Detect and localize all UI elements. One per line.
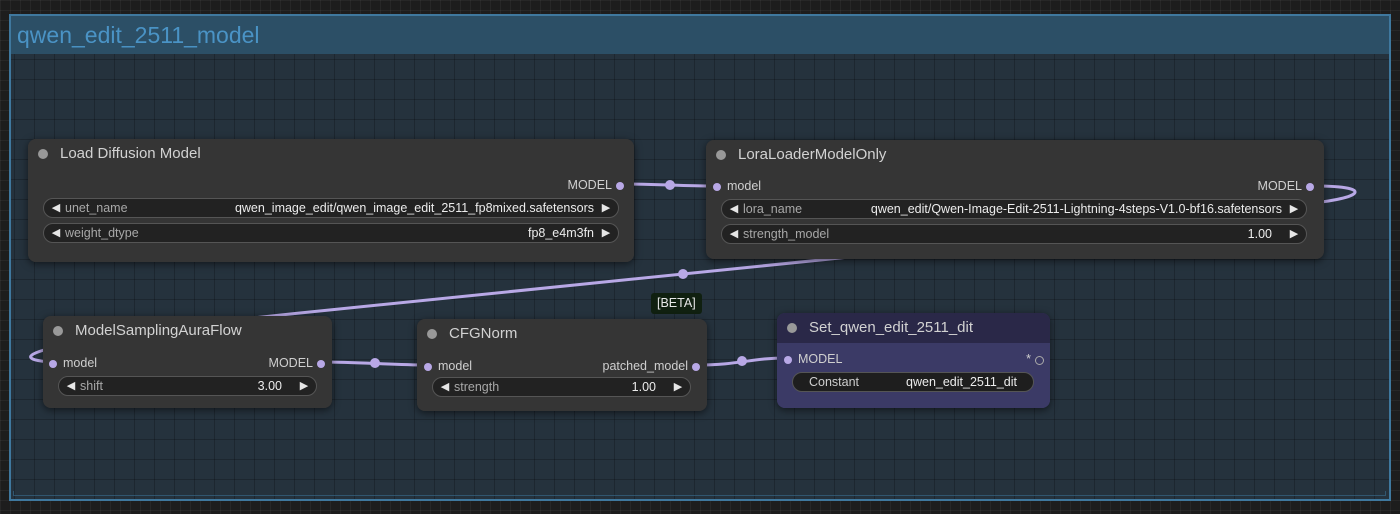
input-slot-model[interactable]: model	[424, 359, 472, 373]
decrement-arrow-icon[interactable]: ◀	[48, 199, 64, 217]
widget-label: strength	[454, 380, 500, 394]
input-slot-model[interactable]: model	[713, 179, 761, 193]
decrement-arrow-icon[interactable]: ◀	[726, 200, 742, 218]
node-title-bar[interactable]: Set_qwen_edit_2511_dit	[777, 313, 1050, 343]
widget-strength[interactable]: ◀ strength 1.00 ▶	[432, 377, 691, 397]
node-title: Set_qwen_edit_2511_dit	[809, 319, 974, 336]
beta-badge: [BETA]	[651, 293, 702, 314]
widget-lora-name[interactable]: ◀ lora_name qwen_edit/Qwen-Image-Edit-25…	[721, 199, 1307, 219]
node-title: Load Diffusion Model	[60, 145, 201, 162]
input-dot-icon[interactable]	[49, 360, 57, 368]
increment-arrow-icon[interactable]: ▶	[598, 199, 614, 217]
node-title: CFGNorm	[449, 325, 518, 342]
output-label: MODEL	[1257, 179, 1302, 193]
widget-strength-model[interactable]: ◀ strength_model 1.00 ▶	[721, 224, 1307, 244]
node-title-bar[interactable]: LoraLoaderModelOnly	[706, 140, 1324, 170]
output-label: MODEL	[268, 356, 313, 370]
node-body: model MODEL ◀ lora_name qwen_edit/Qwen-I…	[706, 170, 1324, 259]
collapse-dot-icon[interactable]	[427, 329, 437, 339]
widget-weight-dtype[interactable]: ◀ weight_dtype fp8_e4m3fn ▶	[43, 223, 619, 243]
input-label: model	[727, 179, 762, 193]
input-dot-icon[interactable]	[784, 356, 792, 364]
node-body: model MODEL ◀ shift 3.00 ▶	[43, 346, 332, 408]
output-slot-patched-model[interactable]: patched_model	[603, 359, 700, 373]
input-label: model	[438, 359, 473, 373]
increment-arrow-icon[interactable]: ▶	[1286, 200, 1302, 218]
output-slot-any[interactable]: *	[1026, 352, 1044, 366]
node-title-bar[interactable]: ModelSamplingAuraFlow	[43, 316, 332, 346]
input-slot-model[interactable]: MODEL	[784, 352, 842, 366]
output-slot-model[interactable]: MODEL	[1258, 179, 1314, 193]
widget-value: qwen_edit/Qwen-Image-Edit-2511-Lightning…	[870, 202, 1282, 216]
output-label: MODEL	[567, 178, 612, 192]
output-dot-icon[interactable]	[616, 182, 624, 190]
output-dot-icon[interactable]	[1306, 183, 1314, 191]
node-title-bar[interactable]: CFGNorm	[417, 319, 707, 349]
node-body: MODEL * Constant qwen_edit_2511_dit	[777, 343, 1050, 408]
node-load-diffusion-model[interactable]: Load Diffusion Model MODEL ◀ unet_name q…	[28, 139, 634, 262]
node-body: MODEL ◀ unet_name qwen_image_edit/qwen_i…	[28, 169, 634, 262]
increment-arrow-icon[interactable]: ▶	[1286, 225, 1302, 243]
output-label: patched_model	[602, 359, 688, 373]
widget-value: qwen_image_edit/qwen_image_edit_2511_fp8…	[234, 201, 594, 215]
widget-constant[interactable]: Constant qwen_edit_2511_dit	[792, 372, 1034, 392]
collapse-dot-icon[interactable]	[787, 323, 797, 333]
node-set-qwen-edit-2511-dit[interactable]: Set_qwen_edit_2511_dit MODEL * Constant …	[777, 313, 1050, 408]
input-dot-icon[interactable]	[424, 363, 432, 371]
increment-arrow-icon[interactable]: ▶	[296, 377, 312, 395]
node-title: ModelSamplingAuraFlow	[75, 322, 242, 339]
widget-label: weight_dtype	[65, 226, 139, 240]
widget-value: 1.00	[1247, 227, 1272, 241]
widget-value: qwen_edit_2511_dit	[906, 375, 1017, 389]
group-title[interactable]: qwen_edit_2511_model	[11, 16, 1389, 54]
widget-label: lora_name	[743, 202, 803, 216]
input-label: model	[63, 356, 98, 370]
input-dot-icon[interactable]	[713, 183, 721, 191]
output-dot-icon[interactable]	[1035, 356, 1044, 365]
decrement-arrow-icon[interactable]: ◀	[48, 224, 64, 242]
widget-value: fp8_e4m3fn	[527, 226, 594, 240]
decrement-arrow-icon[interactable]: ◀	[726, 225, 742, 243]
widget-shift[interactable]: ◀ shift 3.00 ▶	[58, 376, 317, 396]
widget-label: Constant	[809, 375, 860, 389]
output-slot-model[interactable]: MODEL	[269, 356, 325, 370]
output-label: *	[1026, 352, 1031, 366]
node-title-bar[interactable]: Load Diffusion Model	[28, 139, 634, 169]
increment-arrow-icon[interactable]: ▶	[598, 224, 614, 242]
decrement-arrow-icon[interactable]: ◀	[437, 378, 453, 396]
input-label: MODEL	[798, 352, 843, 366]
node-model-sampling-aura-flow[interactable]: ModelSamplingAuraFlow model MODEL ◀ shif…	[43, 316, 332, 408]
increment-arrow-icon[interactable]: ▶	[670, 378, 686, 396]
output-slot-model[interactable]: MODEL	[568, 178, 624, 192]
collapse-dot-icon[interactable]	[38, 149, 48, 159]
output-dot-icon[interactable]	[692, 363, 700, 371]
widget-unet-name[interactable]: ◀ unet_name qwen_image_edit/qwen_image_e…	[43, 198, 619, 218]
node-body: model patched_model ◀ strength 1.00 ▶	[417, 349, 707, 411]
widget-label: strength_model	[743, 227, 830, 241]
node-title: LoraLoaderModelOnly	[738, 146, 887, 163]
input-slot-model[interactable]: model	[49, 356, 97, 370]
widget-label: shift	[80, 379, 103, 393]
widget-value: 1.00	[631, 380, 656, 394]
widget-value: 3.00	[257, 379, 282, 393]
widget-label: unet_name	[65, 201, 128, 215]
collapse-dot-icon[interactable]	[53, 326, 63, 336]
output-dot-icon[interactable]	[317, 360, 325, 368]
decrement-arrow-icon[interactable]: ◀	[63, 377, 79, 395]
collapse-dot-icon[interactable]	[716, 150, 726, 160]
node-cfg-norm[interactable]: CFGNorm model patched_model ◀ strength 1…	[417, 319, 707, 411]
group-inner-border	[13, 491, 1386, 496]
node-lora-loader-model-only[interactable]: LoraLoaderModelOnly model MODEL ◀ lora_n…	[706, 140, 1324, 259]
